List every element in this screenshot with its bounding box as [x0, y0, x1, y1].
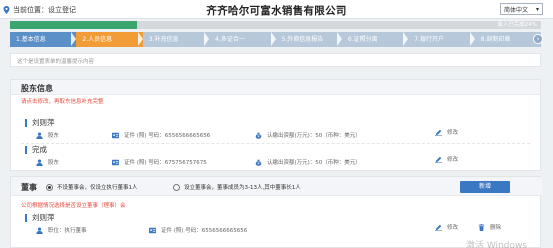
- option-no-board[interactable]: 不设董事会，仅设立执行董事1人: [46, 183, 138, 191]
- money-bag-icon: ¥: [255, 132, 262, 139]
- edit-label: 修改: [447, 157, 459, 163]
- step-personnel-info[interactable]: 2.人员信息: [76, 32, 143, 47]
- step-label: 8.刻制印章: [480, 36, 511, 43]
- position-field: 职位：执行董事: [36, 226, 87, 234]
- money-bag-icon: ¥: [255, 159, 262, 166]
- radio-checked-icon: [46, 183, 53, 191]
- edit-label: 修改: [447, 225, 459, 231]
- step-navigation: 1.基本信息 2.人员信息 3.补充信息 4.多证合一 5.外商信息报告 6.证…: [10, 32, 543, 47]
- pencil-icon: [435, 156, 442, 163]
- language-value: 简体中文: [504, 6, 529, 14]
- step-basic-info[interactable]: 1.基本信息: [10, 32, 77, 47]
- step-label: 5.外商信息报告: [281, 36, 324, 43]
- shareholder-row: 刘则萍 股东 证件 (照) 号码：6556566665656 ¥ 认缴出资额(万…: [11, 117, 542, 144]
- delete-button[interactable]: 删除: [478, 223, 501, 231]
- progress-label: 录入已完成24%: [497, 22, 537, 28]
- id-card-icon: [112, 159, 119, 165]
- option-label: 不设董事会，仅设立执行董事1人: [57, 185, 138, 191]
- capital-text: 认缴出资额(万元)：50（币种：美元）: [267, 160, 361, 166]
- id-card-icon: [112, 132, 119, 138]
- step-label: 3.补充信息: [148, 36, 179, 43]
- step-label: 7.银行开户: [414, 36, 444, 43]
- chevron-down-icon: ▾: [535, 5, 539, 13]
- step-seal-engraving[interactable]: 8.刻制印章: [475, 32, 541, 47]
- step-license-separation[interactable]: 6.证照分离: [342, 32, 409, 47]
- user-icon: [36, 158, 43, 166]
- user-icon: [36, 131, 43, 139]
- option-board[interactable]: 设立董事会，董事成员为3-13人,其中董事长1人: [173, 183, 301, 191]
- svg-text:¥: ¥: [258, 161, 260, 165]
- shareholder-name: 完成: [25, 146, 47, 154]
- director-card-header: 董事 不设董事会，仅设立执行董事1人 设立董事会，董事成员为3-13人,其中董事…: [11, 177, 542, 196]
- role-field: 股东: [36, 158, 59, 166]
- cert-text: 证件 (照) 号码：6556566665656: [161, 228, 248, 234]
- tips-box: 这个是设置表单的温馨提示内容: [10, 53, 541, 67]
- cert-text: 证件 (照) 号码：675756757675: [124, 160, 207, 166]
- edit-label: 修改: [447, 130, 459, 136]
- edit-button[interactable]: 修改: [435, 155, 458, 163]
- capital-field: ¥ 认缴出资额(万元)：50（币种：美元）: [255, 158, 361, 166]
- shareholder-alert: 请点击修改，再取东信息补充完整: [21, 99, 104, 105]
- edit-button[interactable]: 修改: [435, 128, 458, 136]
- pencil-icon: [435, 129, 442, 136]
- svg-text:¥: ¥: [258, 134, 260, 138]
- radio-unchecked-icon: [173, 183, 180, 191]
- position-text: 职位：执行董事: [48, 228, 87, 234]
- step-label: 4.多证合一: [215, 36, 245, 43]
- capital-text: 认缴出资额(万元)：50（币种：美元）: [267, 133, 361, 139]
- step-label: 2.人员信息: [82, 36, 113, 43]
- role-text: 股东: [48, 133, 60, 139]
- step-multi-cert[interactable]: 4.多证合一: [209, 32, 276, 47]
- cert-field: 证件 (照) 号码：6556566665656: [112, 131, 210, 139]
- completion-progress-bar: 录入已完成24%: [10, 21, 541, 29]
- id-card-icon: [149, 227, 156, 233]
- director-card-title: 董事: [21, 183, 37, 192]
- pencil-icon: [435, 224, 442, 231]
- chevron-right-icon[interactable]: ›: [533, 34, 543, 44]
- add-director-button[interactable]: 新增: [460, 181, 510, 193]
- director-card: 董事 不设董事会，仅设立执行董事1人 设立董事会，董事成员为3-13人,其中董事…: [10, 176, 542, 248]
- trash-icon: [478, 223, 485, 231]
- role-field: 股东: [36, 131, 59, 139]
- language-select[interactable]: 简体中文 ▾: [500, 3, 543, 15]
- director-row: 刘则萍 职位：执行董事 证件 (照) 号码：6556566665656 修改 删…: [11, 212, 542, 239]
- shareholder-card-title: 股东信息: [11, 80, 540, 95]
- step-label: 1.基本信息: [16, 36, 46, 43]
- step-label: 6.证照分离: [347, 36, 378, 43]
- cert-field: 证件 (照) 号码：675756757675: [112, 158, 207, 166]
- capital-field: ¥ 认缴出资额(万元)：50（币种：美元）: [255, 131, 361, 139]
- progress-fill: [10, 21, 138, 29]
- director-name: 刘则萍: [25, 214, 55, 222]
- director-alert: 公司根据情况选择是否设立董事（理事）会: [21, 203, 126, 209]
- step-bank-account[interactable]: 7.银行开户: [408, 32, 475, 47]
- delete-label: 删除: [490, 225, 502, 231]
- user-icon: [36, 226, 43, 234]
- option-label: 设立董事会，董事成员为3-13人,其中董事长1人: [184, 185, 301, 191]
- cert-field: 证件 (照) 号码：6556566665656: [149, 226, 247, 234]
- company-title: 齐齐哈尔可富水销售有限公司: [206, 5, 347, 17]
- role-text: 股东: [48, 160, 60, 166]
- step-supplementary-info[interactable]: 3.补充信息: [143, 32, 210, 47]
- shareholder-row: 完成 股东 证件 (照) 号码：675756757675 ¥ 认缴出资额(万元)…: [11, 144, 542, 171]
- shareholder-name: 刘则萍: [25, 119, 55, 127]
- edit-button[interactable]: 修改: [435, 223, 458, 231]
- cert-text: 证件 (照) 号码：6556566665656: [124, 133, 211, 139]
- shareholder-card: 股东信息 请点击修改，再取东信息补充完整 刘则萍 股东 证件 (照) 号码：65…: [10, 79, 541, 171]
- top-bar: 当前位置：设立登记 齐齐哈尔可富水销售有限公司 简体中文 ▾: [0, 0, 553, 19]
- windows-activation-watermark: 激活 Windows: [466, 241, 528, 248]
- step-foreign-report[interactable]: 5.外商信息报告: [276, 32, 342, 47]
